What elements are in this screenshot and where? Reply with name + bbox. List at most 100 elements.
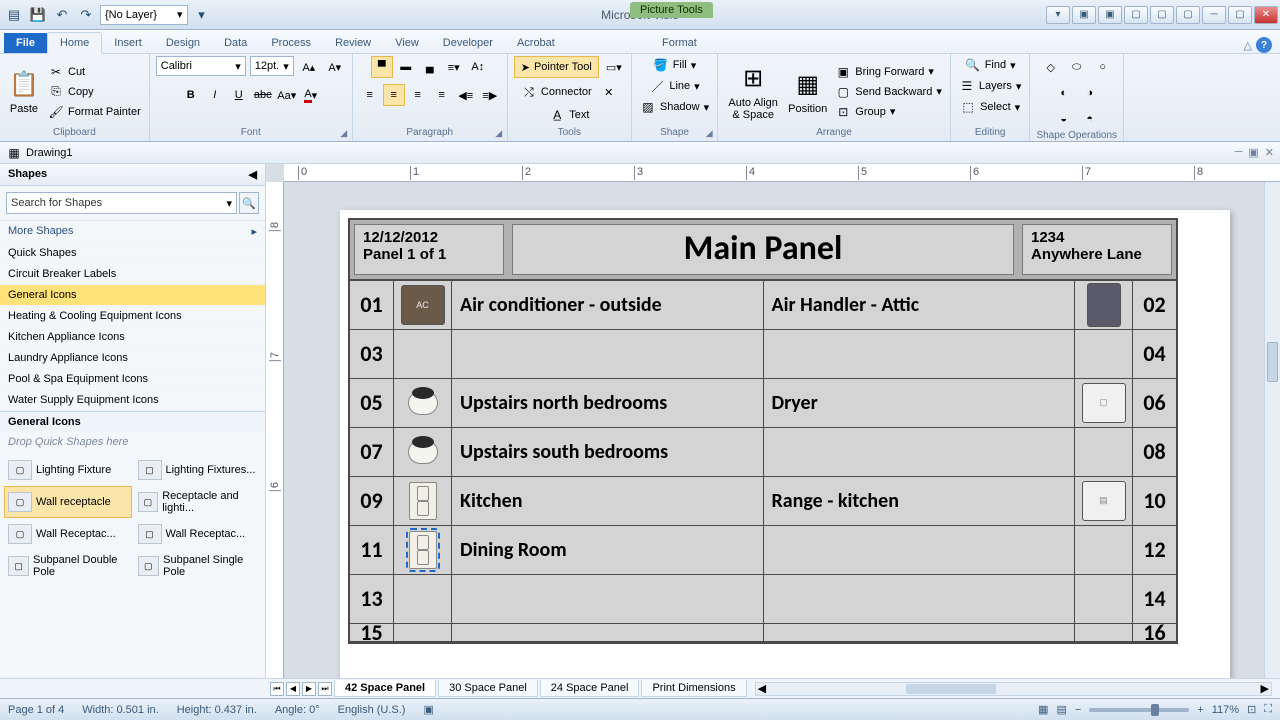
hscroll-right[interactable]: ▶ (1261, 682, 1269, 695)
strikethrough-button[interactable]: abc (252, 84, 274, 106)
breaker-icon-cell[interactable] (1074, 526, 1132, 574)
drawing-page[interactable]: 12/12/2012 Panel 1 of 1 Main Panel 1234 … (340, 210, 1230, 678)
shape-dialog-launcher[interactable]: ◢ (703, 127, 715, 139)
align-bottom-button[interactable]: ▄ (419, 56, 441, 78)
op4[interactable]: ◐ (1053, 82, 1075, 104)
doc-minimize[interactable]: ─ (1235, 146, 1243, 159)
layers-button[interactable]: ☰Layers ▾ (957, 77, 1024, 95)
zoom-level[interactable]: 117% (1212, 704, 1239, 716)
underline-button[interactable]: U (228, 84, 250, 106)
shape-item[interactable]: ▢Subpanel Double Pole (4, 550, 132, 582)
maximize-button[interactable]: ▢ (1228, 6, 1252, 24)
doc-restore[interactable]: ▣ (1248, 146, 1258, 159)
cut-button[interactable]: ✂Cut (46, 63, 143, 81)
align-right-button[interactable]: ≡ (407, 84, 429, 106)
pointer-tool-button[interactable]: ➤Pointer Tool (514, 56, 599, 78)
stencil-item[interactable]: Water Supply Equipment Icons (0, 390, 265, 411)
breaker-icon-cell[interactable]: ▢ (1074, 379, 1132, 427)
breaker-number[interactable]: 15 (350, 624, 394, 641)
format-painter-button[interactable]: 🖌Format Painter (46, 103, 143, 121)
collapse-icon[interactable]: ◀ (249, 168, 257, 181)
op1[interactable]: ◇ (1040, 56, 1062, 78)
breaker-label[interactable]: Air Handler - Attic (764, 281, 1075, 329)
shape-item[interactable]: ▢Wall Receptac... (4, 520, 132, 548)
sheet-tab[interactable]: 42 Space Panel (334, 680, 436, 697)
auto-align-button[interactable]: ⊞Auto Align & Space (724, 61, 782, 123)
tab-insert[interactable]: Insert (102, 33, 154, 53)
sheet-next[interactable]: ▶ (302, 682, 316, 696)
font-color-button[interactable]: A▾ (300, 84, 322, 106)
paragraph-dialog-launcher[interactable]: ◢ (493, 127, 505, 139)
align-middle-button[interactable]: ▬ (395, 56, 417, 78)
breaker-icon-cell[interactable] (1074, 575, 1132, 623)
stencil-item[interactable]: Circuit Breaker Labels (0, 264, 265, 285)
breaker-label[interactable] (764, 526, 1075, 574)
connection-point-tool[interactable]: ✕ (598, 81, 620, 103)
sheet-prev[interactable]: ◀ (286, 682, 300, 696)
breaker-icon-cell[interactable] (394, 575, 452, 623)
increase-indent-button[interactable]: ≡▶ (479, 84, 501, 106)
breaker-icon-cell[interactable] (394, 526, 452, 574)
stencil-item[interactable]: Laundry Appliance Icons (0, 348, 265, 369)
shape-item[interactable]: ▢Lighting Fixtures... (134, 456, 262, 484)
breaker-label[interactable]: Dryer (764, 379, 1075, 427)
tab-format[interactable]: Format (650, 33, 709, 53)
align-top-button[interactable]: ▀ (371, 56, 393, 78)
breaker-label[interactable] (764, 428, 1075, 476)
shape-item[interactable]: ▢Wall Receptac... (134, 520, 262, 548)
breaker-number[interactable]: 06 (1132, 379, 1176, 427)
zoom-out-button[interactable]: − (1075, 704, 1081, 716)
group-button[interactable]: ⊡Group ▾ (833, 103, 944, 121)
breaker-number[interactable]: 11 (350, 526, 394, 574)
search-go-button[interactable]: 🔍 (239, 192, 259, 214)
stencil-item[interactable]: Pool & Spa Equipment Icons (0, 369, 265, 390)
breaker-number[interactable]: 08 (1132, 428, 1176, 476)
panel-header-right[interactable]: 1234 Anywhere Lane (1022, 224, 1172, 275)
addon-btn-4[interactable]: ▢ (1124, 6, 1148, 24)
full-screen-button[interactable]: ⛶ (1264, 703, 1272, 716)
tab-home[interactable]: Home (47, 32, 102, 54)
zoom-in-button[interactable]: + (1197, 704, 1203, 716)
op6[interactable]: ◒ (1053, 108, 1075, 130)
tab-design[interactable]: Design (154, 33, 212, 53)
stencil-item[interactable]: Heating & Cooling Equipment Icons (0, 306, 265, 327)
breaker-label[interactable]: Kitchen (452, 477, 764, 525)
align-center-button[interactable]: ≡ (383, 84, 405, 106)
breaker-number[interactable]: 09 (350, 477, 394, 525)
breaker-icon-cell[interactable] (394, 330, 452, 378)
save-icon[interactable]: 💾 (28, 5, 48, 25)
grow-font-button[interactable]: A▴ (298, 56, 320, 78)
view-mode-1[interactable]: ▦ (1038, 703, 1048, 716)
breaker-icon-cell[interactable]: ▤ (1074, 477, 1132, 525)
breaker-icon-cell[interactable] (394, 477, 452, 525)
breaker-label[interactable] (452, 624, 764, 641)
vertical-scrollbar[interactable] (1264, 182, 1280, 678)
breaker-icon-cell[interactable] (1074, 330, 1132, 378)
tab-process[interactable]: Process (259, 33, 323, 53)
breaker-label[interactable] (764, 575, 1075, 623)
breaker-number[interactable]: 16 (1132, 624, 1176, 641)
breaker-icon-cell[interactable] (394, 428, 452, 476)
help-button[interactable]: ? (1256, 37, 1272, 53)
tab-file[interactable]: File (4, 33, 47, 53)
bullets-button[interactable]: ≡▾ (443, 56, 465, 78)
sheet-first[interactable]: ⏮ (270, 682, 284, 696)
stencil-item[interactable]: General Icons (0, 285, 265, 306)
breaker-icon-cell[interactable] (1074, 428, 1132, 476)
breaker-number[interactable]: 13 (350, 575, 394, 623)
breaker-number[interactable]: 02 (1132, 281, 1176, 329)
breaker-icon-cell[interactable] (394, 379, 452, 427)
italic-button[interactable]: I (204, 84, 226, 106)
line-button[interactable]: ／Line ▾ (647, 77, 701, 95)
text-direction-button[interactable]: A↕ (467, 56, 489, 78)
breaker-number[interactable]: 04 (1132, 330, 1176, 378)
font-name-combo[interactable]: Calibri▾ (156, 56, 246, 76)
stencil-item[interactable]: Kitchen Appliance Icons (0, 327, 265, 348)
font-size-combo[interactable]: 12pt.▾ (250, 56, 294, 76)
tab-acrobat[interactable]: Acrobat (505, 33, 567, 53)
breaker-number[interactable]: 12 (1132, 526, 1176, 574)
view-mode-2[interactable]: ▤ (1056, 703, 1066, 716)
more-shapes-item[interactable]: More Shapes ▸ (0, 221, 265, 243)
breaker-number[interactable]: 05 (350, 379, 394, 427)
addon-btn-3[interactable]: ▣ (1098, 6, 1122, 24)
